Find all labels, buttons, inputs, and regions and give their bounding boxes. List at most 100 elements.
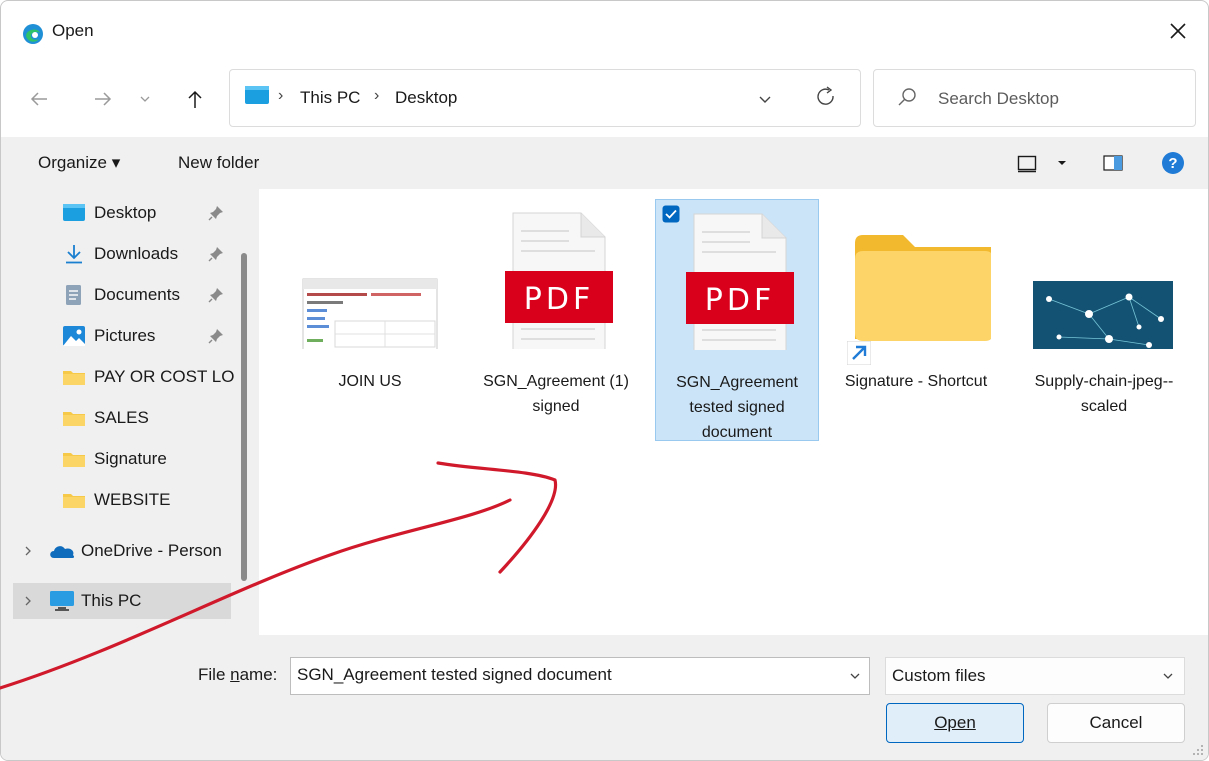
sidebar-item-label: Signature [94, 449, 167, 468]
file-item-sgn-agreement-tested[interactable]: PDF SGN_Agreement tested signed document [655, 199, 819, 441]
folder-icon [855, 235, 991, 341]
chevron-down-icon[interactable] [756, 90, 774, 108]
chevron-down-icon [1163, 673, 1173, 679]
navigation-pane: Desktop Downloads Documents Pictures PAY… [1, 189, 259, 635]
open-dialog: Open › This PC › Desktop Search Desktop … [0, 0, 1209, 761]
folder-icon [63, 412, 85, 426]
open-button[interactable]: Open [886, 703, 1024, 743]
sidebar-item-label: Desktop [94, 203, 157, 222]
up-button[interactable] [179, 83, 211, 115]
pin-icon [208, 247, 223, 262]
file-name: Supply-chain-jpeg--scaled [1034, 373, 1174, 415]
file-type-value: Custom files [892, 666, 986, 685]
search-placeholder: Search Desktop [938, 89, 1059, 108]
preview-pane-icon[interactable] [1103, 155, 1123, 171]
command-bar: Organize ▾ New folder ? [1, 137, 1208, 189]
open-button-label: Open [934, 713, 976, 732]
computer-monitor-icon [50, 591, 74, 611]
new-folder-button[interactable]: New folder [178, 153, 259, 173]
file-name-input[interactable] [297, 664, 827, 686]
address-bar[interactable]: › This PC › Desktop [229, 69, 861, 127]
file-name: SGN_Agreement (1) signed [483, 373, 629, 415]
back-button[interactable] [23, 83, 55, 115]
sidebar-item-label: This PC [81, 591, 142, 610]
search-icon [898, 88, 916, 106]
sidebar-item-label: SALES [94, 408, 149, 427]
sidebar-item-pictures[interactable]: Pictures [13, 318, 231, 354]
file-name: Signature - Shortcut [844, 373, 988, 390]
onedrive-cloud-icon [50, 546, 75, 558]
network-image-thumbnail [1033, 281, 1173, 349]
documents-icon [66, 285, 81, 305]
sidebar-item-downloads[interactable]: Downloads [13, 236, 231, 272]
chevron-down-icon[interactable] [847, 668, 863, 684]
breadcrumb-separator: › [278, 87, 284, 104]
sidebar-item-this-pc[interactable]: This PC [13, 583, 231, 619]
close-icon[interactable] [1166, 19, 1190, 43]
arrow-right-icon [95, 92, 112, 106]
download-arrow-icon [66, 245, 82, 264]
forward-button[interactable] [87, 83, 119, 115]
sidebar-item-label: OneDrive - Person [81, 541, 222, 560]
sidebar-item-signature[interactable]: Signature [13, 441, 231, 477]
arrow-up-icon [188, 90, 202, 108]
breadcrumb-separator: › [374, 87, 380, 104]
pin-icon [208, 329, 223, 344]
sidebar-item-label: Downloads [94, 244, 179, 263]
window-title: Open [52, 21, 94, 40]
sidebar-item-label: WEBSITE [94, 490, 171, 509]
file-name: SGN_Agreement tested signed document [676, 374, 798, 441]
pdf-file-icon: PDF [505, 212, 613, 349]
file-item-signature-shortcut[interactable]: Signature - Shortcut [835, 199, 997, 439]
folder-icon [63, 371, 85, 385]
file-item-join-us[interactable]: JOIN US [289, 199, 451, 439]
arrow-left-icon [30, 92, 47, 106]
file-name: JOIN US [338, 373, 402, 390]
help-icon[interactable]: ? [1161, 151, 1185, 175]
refresh-icon[interactable] [813, 84, 839, 110]
shortcut-arrow-icon [847, 341, 871, 365]
pdf-badge-text: PDF [524, 282, 594, 317]
sidebar-item-sales[interactable]: SALES [13, 400, 231, 436]
resize-grip-icon[interactable] [1192, 744, 1204, 756]
file-name-field[interactable] [290, 657, 870, 695]
sidebar-item-pay-or-cost[interactable]: PAY OR COST LO [13, 359, 235, 395]
file-item-supply-chain[interactable]: Supply-chain-jpeg--scaled [1023, 199, 1185, 439]
chevron-down-icon [140, 96, 150, 102]
pdf-file-icon: PDF [686, 213, 794, 350]
svg-text:?: ? [1168, 155, 1177, 172]
file-item-sgn-agreement-1[interactable]: PDF SGN_Agreement (1) signed [475, 199, 637, 439]
view-mode-icon[interactable] [1017, 155, 1037, 173]
breadcrumb-desktop[interactable]: Desktop [395, 88, 457, 108]
sidebar-item-documents[interactable]: Documents [13, 277, 231, 313]
pictures-icon [63, 326, 85, 346]
folder-icon [63, 494, 85, 508]
recent-locations-button[interactable] [133, 83, 157, 115]
sidebar-item-onedrive[interactable]: OneDrive - Person [13, 533, 231, 569]
search-box[interactable]: Search Desktop [873, 69, 1196, 127]
sidebar-item-desktop[interactable]: Desktop [13, 195, 231, 231]
cancel-button[interactable]: Cancel [1047, 703, 1185, 743]
sidebar-scrollbar[interactable] [241, 253, 247, 581]
desktop-folder-icon [63, 204, 85, 221]
spreadsheet-thumbnail [302, 278, 438, 349]
chevron-right-icon[interactable] [23, 595, 33, 607]
file-name-panel: File name: Custom files Open Cancel [1, 635, 1208, 760]
pin-icon [208, 288, 223, 303]
edge-app-icon [23, 24, 43, 44]
pin-icon [208, 206, 223, 221]
sidebar-item-website[interactable]: WEBSITE [13, 482, 231, 518]
view-options-dropdown-icon[interactable] [1057, 159, 1067, 167]
file-name-label: File name: [198, 665, 278, 684]
breadcrumb-this-pc[interactable]: This PC [300, 88, 360, 108]
sidebar-item-label: Pictures [94, 326, 156, 345]
file-list: JOIN US PDF SGN_Agreement (1) signed PDF… [259, 189, 1208, 635]
pdf-badge-text: PDF [705, 283, 775, 318]
sidebar-item-label: Documents [94, 285, 180, 304]
title-bar: Open [1, 1, 1208, 63]
chevron-right-icon[interactable] [23, 545, 33, 557]
desktop-location-icon [245, 86, 269, 104]
file-type-select[interactable]: Custom files [885, 657, 1185, 695]
sidebar-item-label: PAY OR COST LO [94, 367, 235, 386]
organize-menu[interactable]: Organize ▾ [38, 153, 120, 173]
